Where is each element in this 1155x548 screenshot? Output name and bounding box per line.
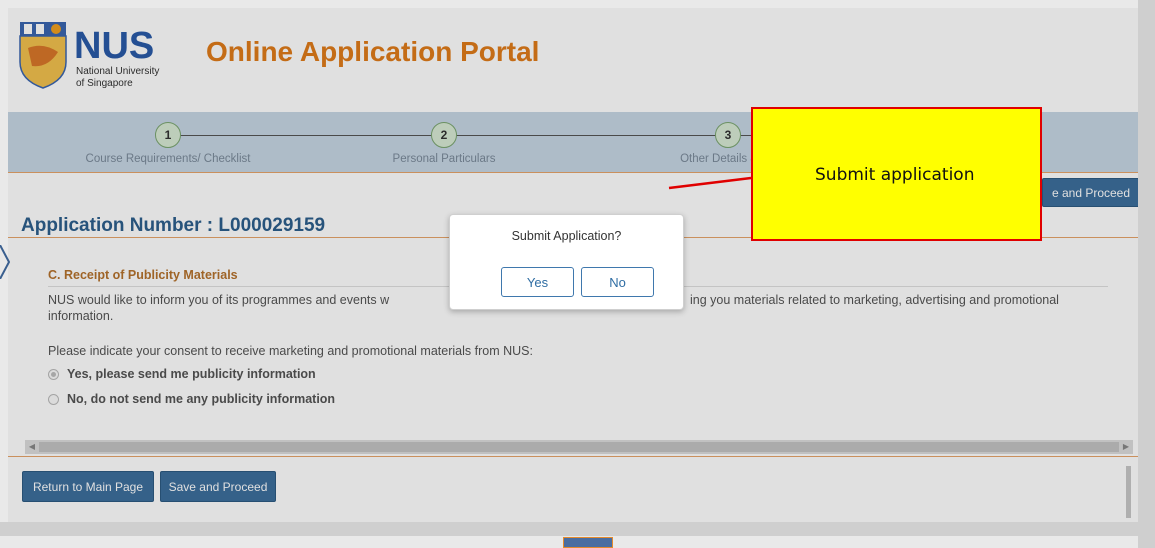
radio-button[interactable]: [48, 393, 59, 405]
step-number: 1: [155, 122, 181, 148]
application-number: Application Number : L000029159: [21, 215, 326, 236]
backdrop-shadow-bottom: [0, 522, 1155, 536]
consent-prompt: Please indicate your consent to receive …: [48, 344, 533, 358]
consent-option-yes[interactable]: Yes, please send me publicity informatio…: [48, 367, 316, 381]
dialog-title: Submit Application?: [511, 229, 622, 243]
save-and-proceed-button[interactable]: Save and Proceed: [160, 471, 276, 502]
callout-pointer: [668, 176, 752, 190]
vertical-scrollbar[interactable]: [1126, 466, 1131, 518]
left-chevron-icon: [0, 245, 10, 279]
section-intro-line2: information.: [48, 309, 114, 323]
bottom-marker: [563, 537, 613, 548]
nus-logo: NUS National University of Singapore: [19, 22, 159, 89]
svg-text:National University: National University: [76, 66, 159, 77]
section-title: C. Receipt of Publicity Materials: [48, 268, 238, 282]
annotation-callout: Submit application: [751, 107, 1042, 241]
consent-option-no[interactable]: No, do not send me any publicity informa…: [48, 392, 335, 406]
option-label: Yes, please send me publicity informatio…: [67, 367, 316, 381]
step-number: 3: [715, 122, 741, 148]
return-to-main-page-button[interactable]: Return to Main Page: [22, 471, 154, 502]
radio-button-checked[interactable]: [48, 368, 59, 380]
no-button[interactable]: No: [581, 267, 654, 297]
horizontal-scrollbar[interactable]: ◀ ▶: [25, 440, 1133, 454]
save-and-proceed-top-button[interactable]: e and Proceed: [1042, 178, 1138, 207]
step-number: 2: [431, 122, 457, 148]
section-intro-left: NUS would like to inform you of its prog…: [48, 293, 390, 307]
section-intro-right: ing you materials related to marketing, …: [690, 293, 1059, 307]
svg-text:NUS: NUS: [74, 25, 154, 67]
svg-text:of Singapore: of Singapore: [76, 78, 133, 89]
yes-button[interactable]: Yes: [501, 267, 574, 297]
option-label: No, do not send me any publicity informa…: [67, 392, 336, 406]
scroll-left-icon[interactable]: ◀: [25, 440, 39, 454]
step-personal-particulars[interactable]: 2 Personal Particulars: [314, 122, 574, 165]
backdrop-shadow-right: [1138, 0, 1155, 548]
step-label: Course Requirements/ Checklist: [85, 153, 251, 165]
portal-title: Online Application Portal: [206, 36, 540, 67]
submit-application-dialog: Submit Application? Yes No: [449, 214, 684, 310]
scroll-right-icon[interactable]: ▶: [1119, 440, 1133, 454]
footer-divider: [8, 456, 1138, 457]
callout-text: Submit application: [815, 165, 975, 185]
step-label: Personal Particulars: [392, 153, 496, 165]
site-header: NUS National University of Singapore Onl…: [8, 8, 1138, 112]
scrollbar-thumb[interactable]: [39, 442, 1119, 452]
step-course-requirements[interactable]: 1 Course Requirements/ Checklist: [38, 122, 298, 165]
